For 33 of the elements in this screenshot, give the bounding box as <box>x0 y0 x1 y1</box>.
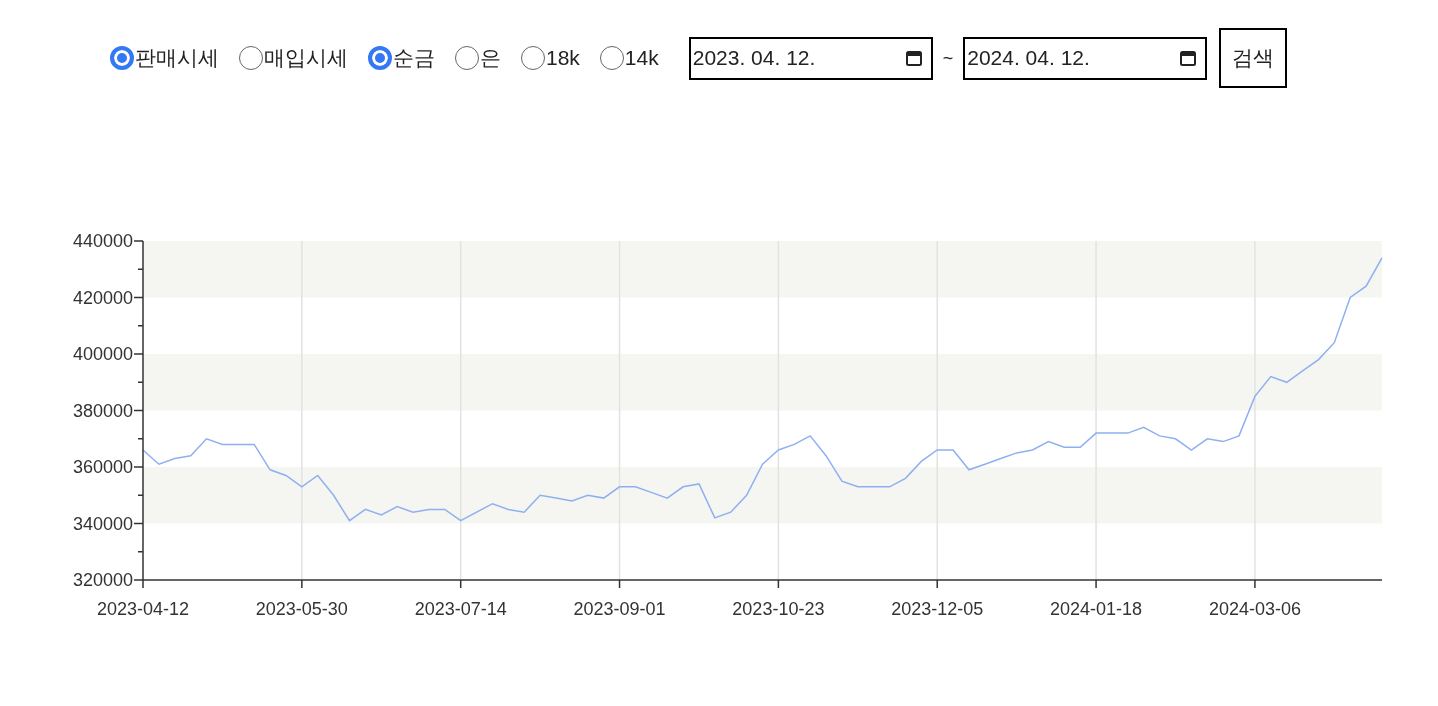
range-separator: ~ <box>942 46 954 70</box>
radio-label[interactable]: 판매시세 <box>135 42 219 74</box>
y-tick-label: 320000 <box>72 570 133 590</box>
radio-button[interactable] <box>455 46 479 70</box>
x-tick-label: 2023-12-05 <box>891 599 984 619</box>
y-tick-label: 340000 <box>72 513 133 534</box>
x-tick-label: 2023-09-01 <box>573 599 666 619</box>
radio-label[interactable]: 은 <box>480 42 501 74</box>
radio-button[interactable] <box>239 46 263 70</box>
y-tick-label: 440000 <box>72 231 133 251</box>
radio-button[interactable] <box>110 46 134 70</box>
radio-button[interactable] <box>599 46 624 70</box>
x-tick-label: 2024-03-06 <box>1208 599 1301 619</box>
calendar-icon <box>1179 49 1198 67</box>
x-tick-label: 2024-01-18 <box>1050 599 1143 619</box>
calendar-icon <box>904 49 923 67</box>
y-tick-label: 360000 <box>72 457 133 477</box>
date-field[interactable]: 2024. 04. 12. <box>963 36 1208 80</box>
search-button[interactable]: 검색 <box>1219 28 1288 88</box>
radio-button[interactable] <box>368 46 392 70</box>
radio-label[interactable]: 순금 <box>393 42 435 74</box>
y-tick-label: 400000 <box>72 344 133 364</box>
y-tick-label: 420000 <box>72 287 133 308</box>
radio-label[interactable]: 18k <box>546 42 580 74</box>
x-tick-label: 2023-07-14 <box>414 599 507 619</box>
x-tick-label: 2023-05-30 <box>255 599 348 619</box>
radio-label[interactable]: 매입시세 <box>264 42 348 74</box>
x-tick-label: 2023-10-23 <box>732 599 825 619</box>
x-tick-label: 2023-04-12 <box>96 599 190 619</box>
radio-button[interactable] <box>521 46 545 70</box>
radio-label[interactable]: 14k <box>624 42 659 74</box>
y-tick-label: 380000 <box>72 400 133 421</box>
date-field[interactable]: 2023. 04. 12. <box>688 36 933 80</box>
